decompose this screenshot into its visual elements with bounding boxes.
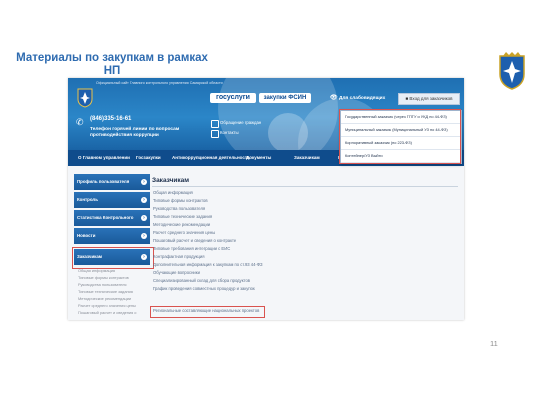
- nav-item[interactable]: Документы: [246, 150, 271, 166]
- accessibility-button[interactable]: 👁 Для слабовидящих: [330, 94, 392, 103]
- nav-item[interactable]: Госзакупки: [136, 150, 161, 166]
- chevron-right-icon: ›: [141, 215, 147, 221]
- content-link[interactable]: Контрафактная продукция: [153, 254, 205, 259]
- eye-icon: 👁: [330, 95, 338, 101]
- left-menu-item[interactable]: Новости ›: [74, 228, 150, 244]
- content-link[interactable]: Расчет среднего значения цены: [153, 230, 215, 235]
- left-menu-label: Статистика Контрольного: [77, 215, 134, 220]
- login-icon: ■: [405, 96, 409, 101]
- website-screenshot: Официальный сайт Главного контрольного у…: [68, 78, 464, 320]
- accessibility-label: Для слабовидящих: [338, 96, 386, 101]
- left-submenu-item[interactable]: Руководства пользователя: [78, 282, 126, 287]
- page-number: 11: [490, 339, 498, 348]
- nav-item[interactable]: Заказчикам: [294, 150, 320, 166]
- contacts-icon: [211, 130, 219, 138]
- hotline-text: Телефон горячей линии по вопросам против…: [90, 127, 180, 138]
- left-submenu-item[interactable]: Методические рекомендации: [78, 296, 131, 301]
- content-title: Заказчикам: [152, 177, 190, 184]
- chevron-right-icon: ›: [141, 179, 147, 185]
- left-submenu-item[interactable]: Типовые технические задания: [78, 289, 133, 294]
- content-link[interactable]: Методические рекомендации: [153, 222, 210, 227]
- left-submenu-item[interactable]: Пошаговый расчет и сведения о: [78, 310, 136, 315]
- region-emblem-icon: [499, 52, 525, 90]
- customer-login-button[interactable]: ■ Вход для заказчиков: [398, 93, 460, 105]
- nav-item[interactable]: О Главном управлении: [78, 150, 130, 166]
- left-menu-label: Новости: [77, 233, 96, 238]
- left-submenu-item[interactable]: Расчет среднего значения цены: [78, 303, 136, 308]
- dropdown-highlight: [339, 109, 461, 164]
- phone-icon: ✆: [76, 117, 84, 127]
- zakupki-button[interactable]: закупки ФСИН: [259, 93, 311, 103]
- content-link[interactable]: Дополнительная информация к закупкам по …: [153, 262, 263, 267]
- left-menu-item[interactable]: Профиль пользователя ›: [74, 174, 150, 190]
- content-link[interactable]: График проведения совместных процедур и …: [153, 286, 255, 291]
- left-menu-highlight: [72, 247, 154, 269]
- left-menu-item[interactable]: Контроль ›: [74, 192, 150, 208]
- left-submenu-item[interactable]: Общая информация: [78, 268, 115, 273]
- gosuslugi-button[interactable]: госуслуги: [210, 93, 256, 103]
- left-submenu-item[interactable]: Типовые формы контрактов: [78, 275, 129, 280]
- left-menu-label: Профиль пользователя: [77, 179, 130, 184]
- content-link[interactable]: Специализированный склад для сбора проду…: [153, 278, 250, 283]
- contacts-link[interactable]: Контакты: [220, 130, 239, 135]
- chevron-right-icon: ›: [141, 233, 147, 239]
- content-link[interactable]: Пошаговый расчет и сведения о контракте: [153, 238, 236, 243]
- nav-item[interactable]: Антикоррупционная деятельность: [172, 150, 250, 166]
- left-menu-item[interactable]: Статистика Контрольного ›: [74, 210, 150, 226]
- citizen-appeal-link[interactable]: Обращение граждан: [220, 120, 261, 125]
- content-link[interactable]: Типовые требования интеграции с ЕИС: [153, 246, 230, 251]
- login-label: Вход для заказчиков: [409, 96, 453, 101]
- left-menu-label: Контроль: [77, 197, 98, 202]
- content-divider: [152, 186, 458, 187]
- site-emblem-icon: [77, 88, 93, 108]
- send-icon: [211, 120, 219, 128]
- content-link[interactable]: Типовые технические задания: [153, 214, 212, 219]
- phone-number: (846)335-16-61: [90, 116, 132, 122]
- content-link[interactable]: Руководства пользователя: [153, 206, 205, 211]
- slide-title: Материалы по закупкам в рамках НП: [16, 52, 208, 77]
- chevron-right-icon: ›: [141, 197, 147, 203]
- content-link[interactable]: Общая информация: [153, 190, 193, 195]
- content-link[interactable]: Типовые формы контрактов: [153, 198, 208, 203]
- site-top-text: Официальный сайт Главного контрольного у…: [96, 81, 223, 85]
- content-link-highlight: [150, 306, 265, 318]
- content-link[interactable]: Обучающие вопросники: [153, 270, 200, 275]
